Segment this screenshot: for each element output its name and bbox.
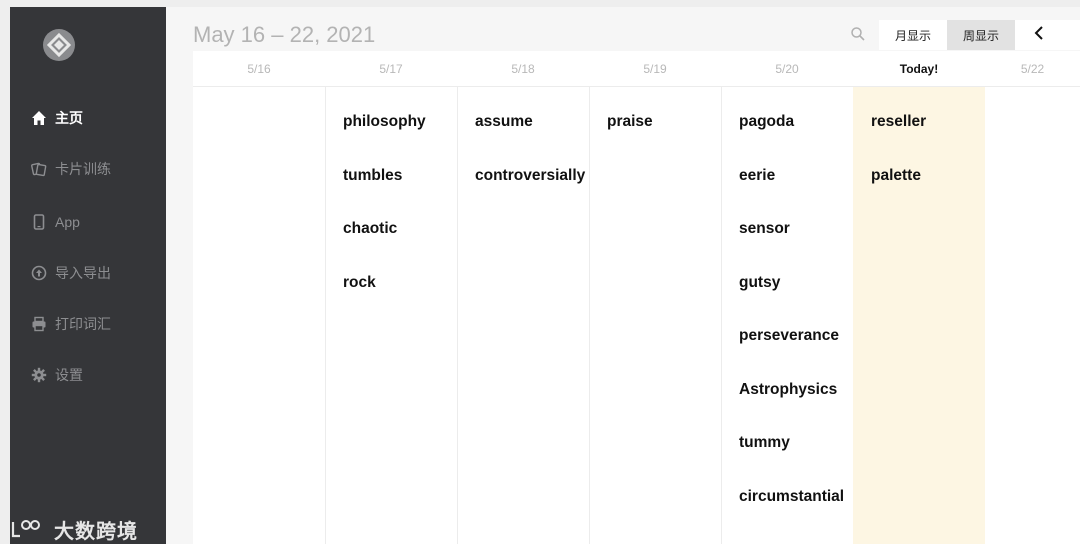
word-item[interactable]: Astrophysics (739, 381, 837, 399)
app-logo[interactable] (43, 29, 75, 61)
word-item[interactable]: chaotic (343, 220, 397, 238)
sidebar-item-card-training[interactable]: 卡片训练 (30, 157, 160, 181)
word-item[interactable]: gutsy (739, 274, 780, 292)
printer-icon (30, 315, 48, 333)
calendar-header: May 16 – 22, 2021 月显示 周显示 (166, 7, 1080, 51)
sidebar-item-settings[interactable]: 设置 (30, 363, 160, 387)
day-column[interactable]: assume controversially (457, 87, 589, 544)
word-item[interactable]: reseller (871, 113, 926, 131)
month-view-button[interactable]: 月显示 (879, 20, 947, 50)
word-item[interactable]: tumbles (343, 167, 402, 185)
sidebar-item-print-vocab[interactable]: 打印词汇 (30, 312, 160, 336)
date-range-title: May 16 – 22, 2021 (193, 22, 376, 47)
day-column[interactable]: philosophy tumbles chaotic rock (325, 87, 457, 544)
day-header: 5/18 (457, 51, 589, 87)
sidebar: 主页 卡片训练 App 导入导出 打印词汇 设置 大数跨境 (10, 7, 166, 544)
word-item[interactable]: circumstantial (739, 488, 844, 506)
column-divider (721, 87, 722, 544)
word-item[interactable]: philosophy (343, 113, 426, 131)
word-item[interactable]: pagoda (739, 113, 794, 131)
week-calendar: 5/16 5/17 5/18 5/19 5/20 Today! 5/22 phi… (193, 51, 1080, 544)
watermark-text: 大数跨境 (54, 520, 138, 543)
main-panel: May 16 – 22, 2021 月显示 周显示 5/16 5/17 5/18… (166, 7, 1080, 544)
sidebar-item-label: 卡片训练 (55, 161, 111, 177)
day-header: 5/20 (721, 51, 853, 87)
word-item[interactable]: controversially (475, 167, 585, 185)
sidebar-item-import-export[interactable]: 导入导出 (30, 261, 160, 285)
day-column[interactable]: pagoda eerie sensor gutsy perseverance A… (721, 87, 853, 544)
word-item[interactable]: palette (871, 167, 921, 185)
column-divider (457, 87, 458, 544)
word-item[interactable]: eerie (739, 167, 775, 185)
sidebar-item-label: 设置 (55, 367, 83, 383)
sidebar-item-label: 导入导出 (55, 265, 111, 281)
home-icon (30, 109, 48, 127)
word-item[interactable]: sensor (739, 220, 790, 238)
gear-icon (30, 366, 48, 384)
day-header-today: Today! (853, 51, 985, 87)
column-divider (589, 87, 590, 544)
word-item[interactable]: perseverance (739, 327, 839, 345)
search-icon[interactable] (850, 26, 866, 42)
day-column[interactable] (985, 87, 1080, 544)
watermark-logo (11, 520, 40, 538)
prev-week-button[interactable] (1015, 20, 1080, 50)
word-item[interactable]: assume (475, 113, 533, 131)
day-header: 5/19 (589, 51, 721, 87)
word-item[interactable]: rock (343, 274, 376, 292)
sidebar-item-label: 主页 (55, 110, 83, 126)
day-header: 5/22 (985, 51, 1080, 87)
phone-icon (30, 213, 48, 231)
cards-icon (30, 160, 48, 178)
sidebar-item-label: App (55, 214, 80, 230)
watermark: 大数跨境 (10, 509, 166, 549)
word-item[interactable]: tummy (739, 434, 790, 452)
app-frame: 主页 卡片训练 App 导入导出 打印词汇 设置 大数跨境 May 16 – 2… (0, 0, 1080, 544)
day-header: 5/16 (193, 51, 325, 87)
day-column-today[interactable]: reseller palette (853, 87, 985, 544)
import-export-icon (30, 264, 48, 282)
day-column[interactable] (193, 87, 325, 544)
sidebar-item-home[interactable]: 主页 (30, 106, 160, 130)
sidebar-item-app[interactable]: App (30, 210, 160, 234)
word-item[interactable]: praise (607, 113, 653, 131)
week-view-button[interactable]: 周显示 (947, 20, 1015, 50)
chevron-left-icon (1034, 25, 1044, 45)
sidebar-item-label: 打印词汇 (55, 316, 111, 332)
column-divider (325, 87, 326, 544)
day-column[interactable]: praise (589, 87, 721, 544)
day-header: 5/17 (325, 51, 457, 87)
